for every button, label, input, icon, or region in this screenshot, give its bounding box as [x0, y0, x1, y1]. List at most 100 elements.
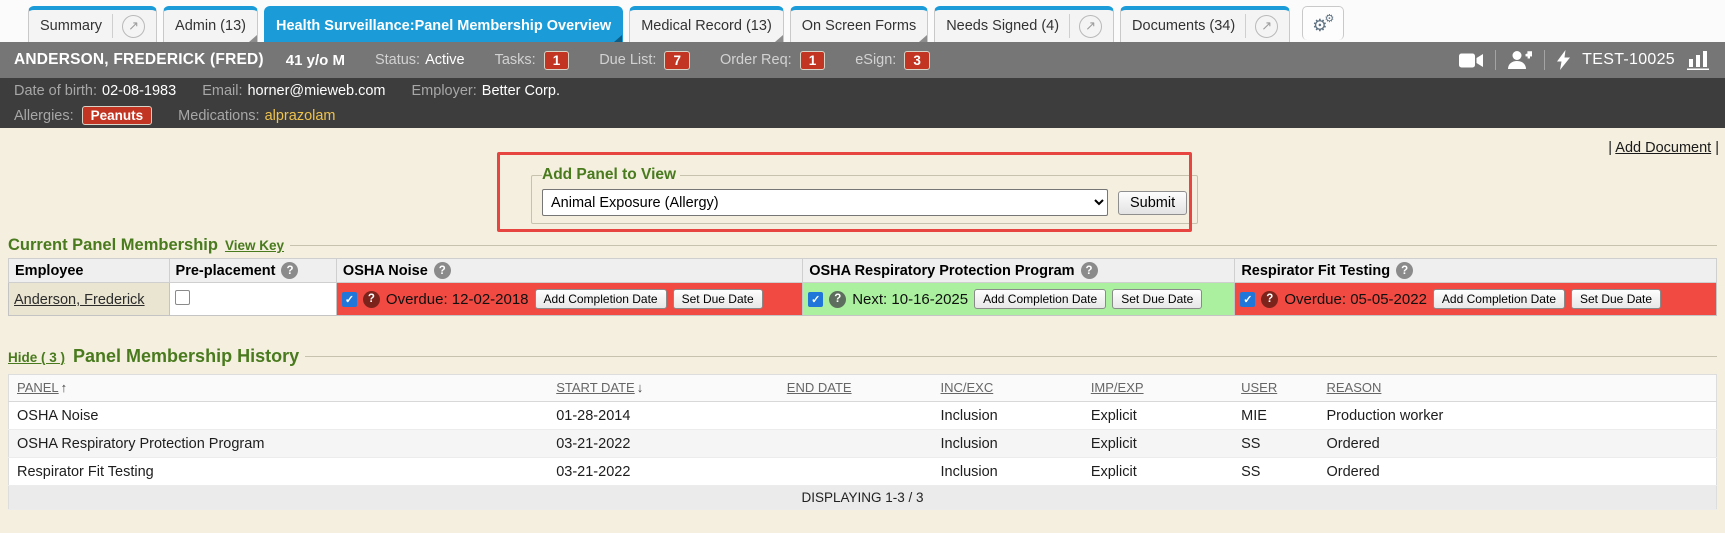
tab-documents-label: Documents (34) — [1132, 18, 1235, 34]
tab-summary[interactable]: Summary ↗ — [28, 6, 157, 42]
cell-end-date — [779, 458, 933, 486]
tab-medical-record[interactable]: Medical Record (13) — [629, 6, 784, 42]
current-membership-title: Current Panel Membership — [8, 236, 218, 255]
allergy-badge[interactable]: Peanuts — [82, 106, 153, 125]
help-icon[interactable]: ? — [829, 291, 846, 308]
esign-count-badge[interactable]: 3 — [904, 51, 930, 70]
employer-value: Better Corp. — [482, 83, 560, 99]
osha-respiratory-status: Next: 10-16-2025 — [852, 291, 968, 308]
hide-history-link[interactable]: Hide ( 3 ) — [8, 350, 65, 365]
cell-end-date — [779, 430, 933, 458]
popout-icon[interactable]: ↗ — [1255, 15, 1278, 38]
history-row[interactable]: OSHA Respiratory Protection Program 03-2… — [9, 430, 1717, 458]
add-document: | Add Document | — [1608, 140, 1719, 156]
dob-value: 02-08-1983 — [102, 83, 176, 99]
history-header-row: PANEL↑ START DATE↓ END DATE INC/EXC IMP/… — [9, 375, 1717, 402]
allergies-label: Allergies: — [14, 108, 74, 124]
col-user: USER — [1233, 375, 1318, 402]
set-due-date-button[interactable]: Set Due Date — [673, 289, 763, 309]
set-due-date-button[interactable]: Set Due Date — [1571, 289, 1661, 309]
cell-panel: Respirator Fit Testing — [9, 458, 549, 486]
demographics-panel: Date of birth: 02-08-1983 Email: horner@… — [0, 78, 1725, 128]
cell-reason: Ordered — [1319, 458, 1717, 486]
employee-link[interactable]: Anderson, Frederick — [14, 292, 145, 308]
cell-user: SS — [1233, 458, 1318, 486]
flowsheet-chart-icon[interactable] — [1687, 50, 1711, 70]
add-user-icon[interactable] — [1508, 51, 1532, 69]
cell-start-date: 03-21-2022 — [548, 458, 779, 486]
add-completion-date-button[interactable]: Add Completion Date — [974, 289, 1106, 309]
due-list-label: Due List: — [599, 52, 656, 68]
view-key-link[interactable]: View Key — [225, 238, 284, 253]
patient-id: TEST-10025 — [1582, 51, 1675, 69]
status-value: Active — [425, 52, 465, 68]
status-label: Status: — [375, 52, 420, 68]
submit-button[interactable]: Submit — [1118, 191, 1187, 215]
add-panel-legend: Add Panel to View — [542, 166, 680, 184]
tab-needs-signed[interactable]: Needs Signed (4) ↗ — [934, 6, 1114, 42]
esign-label: eSign: — [855, 52, 896, 68]
panel-select[interactable]: Animal Exposure (Allergy) — [542, 189, 1108, 216]
history-row[interactable]: Respirator Fit Testing 03-21-2022 Inclus… — [9, 458, 1717, 486]
order-req-count-badge[interactable]: 1 — [800, 51, 826, 70]
current-panel-membership-section: Current Panel Membership View Key Employ… — [0, 236, 1725, 316]
cell-reason: Ordered — [1319, 430, 1717, 458]
set-due-date-button[interactable]: Set Due Date — [1112, 289, 1202, 309]
cell-inc-exc: Inclusion — [933, 430, 1083, 458]
osha-noise-checkbox[interactable]: ✓ — [342, 292, 357, 307]
tab-on-screen-forms[interactable]: On Screen Forms — [790, 6, 928, 42]
cell-reason: Production worker — [1319, 402, 1717, 430]
email-label: Email: — [202, 83, 242, 99]
sort-desc-icon[interactable]: ↓ — [637, 380, 644, 395]
help-icon[interactable]: ? — [1396, 262, 1413, 279]
settings-gear-button[interactable]: ⚙⚙ — [1302, 6, 1344, 40]
history-footer-row: DISPLAYING 1-3 / 3 — [9, 486, 1717, 510]
tab-admin[interactable]: Admin (13) — [163, 6, 258, 42]
tab-medical-record-label: Medical Record (13) — [641, 18, 772, 34]
medication-value[interactable]: alprazolam — [265, 108, 336, 124]
dob-label: Date of birth: — [14, 83, 97, 99]
cell-imp-exp: Explicit — [1083, 458, 1233, 486]
quick-action-bolt-icon[interactable] — [1557, 50, 1570, 70]
cell-start-date: 01-28-2014 — [548, 402, 779, 430]
tasks-count-badge[interactable]: 1 — [544, 51, 570, 70]
tab-health-surveillance-label: Health Surveillance:Panel Membership Ove… — [276, 18, 611, 34]
medications-label: Medications: — [178, 108, 259, 124]
panel-membership-history-section: Hide ( 3 ) Panel Membership History PANE… — [0, 346, 1725, 510]
patient-name: ANDERSON, FREDERICK (FRED) — [14, 51, 264, 69]
history-row[interactable]: OSHA Noise 01-28-2014 Inclusion Explicit… — [9, 402, 1717, 430]
icon-divider — [1495, 50, 1496, 70]
tab-divider — [112, 14, 113, 38]
video-call-icon[interactable] — [1459, 53, 1483, 68]
help-icon[interactable]: ? — [281, 262, 298, 279]
col-pre-placement: Pre-placement? — [169, 259, 336, 283]
respirator-fit-checkbox[interactable]: ✓ — [1240, 292, 1255, 307]
col-respirator-fit: Respirator Fit Testing? — [1235, 259, 1717, 283]
due-list-count-badge[interactable]: 7 — [664, 51, 690, 70]
osha-respiratory-checkbox[interactable]: ✓ — [808, 292, 823, 307]
popout-icon[interactable]: ↗ — [122, 15, 145, 38]
pre-placement-checkbox[interactable] — [175, 290, 190, 305]
add-document-link[interactable]: Add Document — [1615, 140, 1711, 156]
sort-asc-icon[interactable]: ↑ — [61, 380, 68, 395]
col-inc-exc: INC/EXC — [933, 375, 1083, 402]
popout-icon[interactable]: ↗ — [1079, 15, 1102, 38]
respirator-fit-status: Overdue: 05-05-2022 — [1284, 291, 1427, 308]
tasks-label: Tasks: — [495, 52, 536, 68]
tab-health-surveillance[interactable]: Health Surveillance:Panel Membership Ove… — [264, 6, 623, 42]
add-completion-date-button[interactable]: Add Completion Date — [1433, 289, 1565, 309]
help-icon[interactable]: ? — [1261, 291, 1278, 308]
tab-on-screen-forms-label: On Screen Forms — [802, 18, 916, 34]
col-employee: Employee — [9, 259, 170, 283]
col-imp-exp: IMP/EXP — [1083, 375, 1233, 402]
help-icon[interactable]: ? — [1081, 262, 1098, 279]
col-start-date: START DATE↓ — [548, 375, 779, 402]
cell-user: MIE — [1233, 402, 1318, 430]
help-icon[interactable]: ? — [363, 291, 380, 308]
help-icon[interactable]: ? — [434, 262, 451, 279]
tab-documents[interactable]: Documents (34) ↗ — [1120, 6, 1290, 42]
patient-banner: ANDERSON, FREDERICK (FRED) 41 y/o M Stat… — [0, 42, 1725, 78]
col-osha-respiratory: OSHA Respiratory Protection Program? — [803, 259, 1235, 283]
add-completion-date-button[interactable]: Add Completion Date — [535, 289, 667, 309]
col-reason: REASON — [1319, 375, 1717, 402]
